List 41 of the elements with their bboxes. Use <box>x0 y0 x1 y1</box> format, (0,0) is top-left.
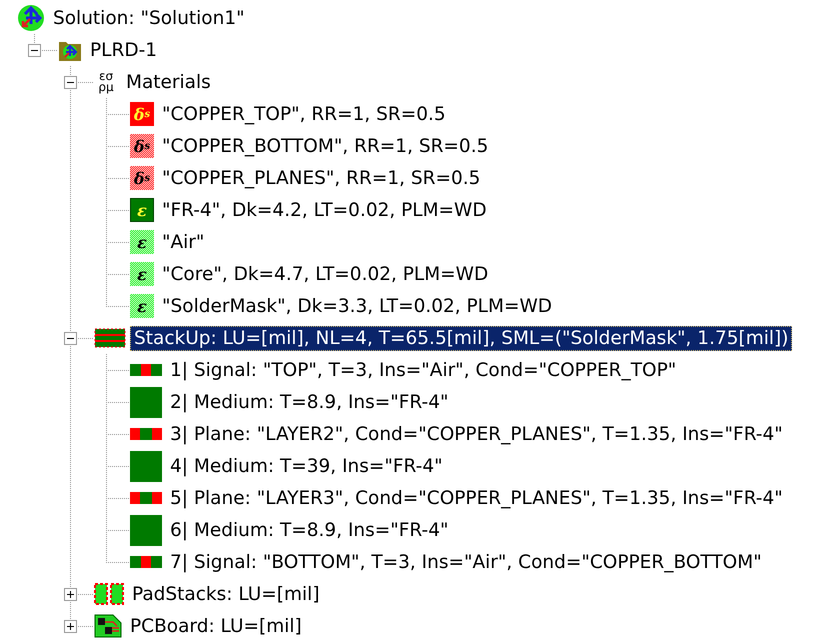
tree-item[interactable]: 7| Signal: "BOTTOM", T=3, Ins="Air", Cond="COPPER_BOTTOM" <box>166 550 766 574</box>
tree-item[interactable]: 3| Plane: "LAYER2", Cond="COPPER_PLANES", T=1.35, Ins="FR-4" <box>166 422 787 446</box>
expand-toggle[interactable] <box>28 44 41 56</box>
signal-layer-icon <box>130 556 162 568</box>
circuit-board-icon <box>94 614 122 638</box>
expand-toggle[interactable] <box>64 620 77 632</box>
epsilon-symbol-icon: ε <box>130 262 154 286</box>
tree-item[interactable]: "COPPER_TOP", RR=1, SR=0.5 <box>158 102 450 126</box>
pad-stack-icon <box>94 583 124 605</box>
layer-stack-icon <box>94 327 126 349</box>
signal-layer-icon <box>130 364 162 376</box>
greek-letters-icon: εσ ρμ <box>94 71 118 93</box>
tree-item[interactable]: "Air" <box>158 230 208 254</box>
tree-item[interactable]: PLRD-1 <box>86 38 162 62</box>
epsilon-symbol-icon: ε <box>130 294 154 318</box>
tree-item[interactable]: "SolderMask", Dk=3.3, LT=0.02, PLM=WD <box>158 294 556 318</box>
tree-item[interactable]: Solution: "Solution1" <box>49 6 249 30</box>
tree-item[interactable]: PCBoard: LU=[mil] <box>126 614 306 638</box>
medium-layer-icon <box>130 450 162 482</box>
medium-layer-icon <box>130 386 162 418</box>
tree-item[interactable]: 5| Plane: "LAYER3", Cond="COPPER_PLANES", T=1.35, Ins="FR-4" <box>166 486 787 510</box>
medium-layer-icon <box>130 514 162 546</box>
tree-item[interactable]: "Core", Dk=4.7, LT=0.02, PLM=WD <box>158 262 492 286</box>
tree-item[interactable]: StackUp: LU=[mil], NL=4, T=65.5[mil], SML=("SolderMask", 1.75[mil]) <box>130 326 792 350</box>
epsilon-symbol-icon: ε <box>130 198 154 222</box>
plane-layer-icon <box>130 492 162 504</box>
tree-item[interactable]: 6| Medium: T=8.9, Ins="FR-4" <box>166 518 452 542</box>
tree-item[interactable]: PadStacks: LU=[mil] <box>128 582 324 606</box>
tree-item[interactable]: Materials <box>122 70 215 94</box>
tree-item[interactable]: "COPPER_BOTTOM", RR=1, SR=0.5 <box>158 134 492 158</box>
expand-toggle[interactable] <box>64 332 77 344</box>
epsilon-symbol-icon: ε <box>130 230 154 254</box>
tree-item[interactable]: "FR-4", Dk=4.2, LT=0.02, PLM=WD <box>158 198 491 222</box>
tree-item[interactable]: 4| Medium: T=39, Ins="FR-4" <box>166 454 447 478</box>
tree-item[interactable]: "COPPER_PLANES", RR=1, SR=0.5 <box>158 166 484 190</box>
tree-item[interactable]: 2| Medium: T=8.9, Ins="FR-4" <box>166 390 452 414</box>
tree-item[interactable]: 1| Signal: "TOP", T=3, Ins="Air", Cond="COPPER_TOP" <box>166 358 680 382</box>
expand-toggle[interactable] <box>64 588 77 600</box>
expand-toggle[interactable] <box>64 76 77 88</box>
globe-arrows-icon <box>17 4 45 32</box>
plane-layer-icon <box>130 428 162 440</box>
